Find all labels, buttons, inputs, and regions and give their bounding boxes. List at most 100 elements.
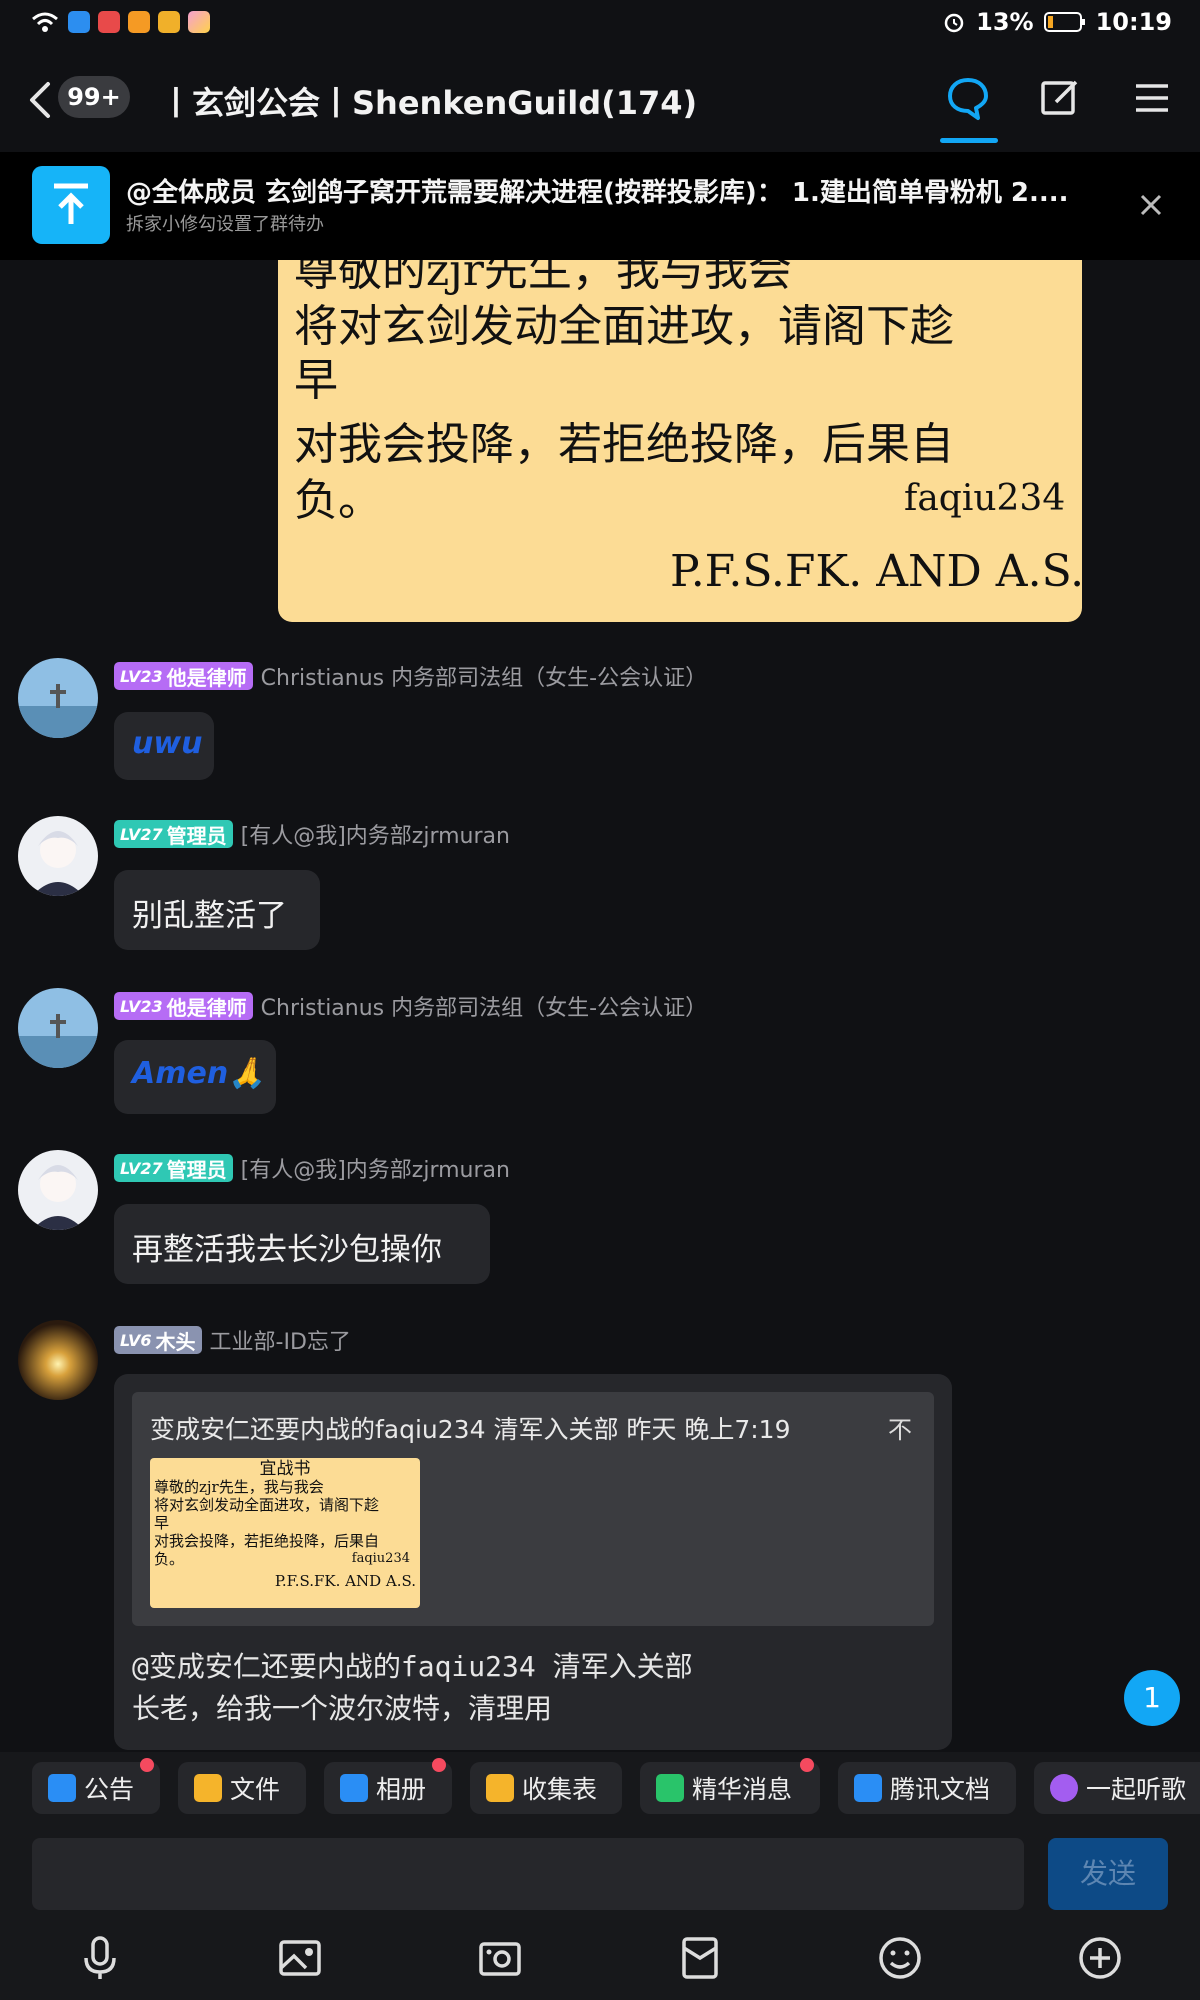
album-icon — [340, 1774, 368, 1802]
image-text-line: 对我会投降，若拒绝投降，后果自 — [294, 419, 954, 470]
camera-icon[interactable] — [476, 1934, 524, 1982]
avatar[interactable] — [18, 1320, 98, 1400]
image-signature: P.F.S.FK. AND A.S. — [670, 546, 1082, 597]
image-text-line: 将对玄剑发动全面进攻，请阁下趁 — [294, 301, 954, 352]
group-toolbar: 公告 文件 相册 收集表 精华消息 腾讯文档 一起听歌 — [0, 1752, 1200, 1824]
unread-badge[interactable]: 99+ — [58, 76, 130, 118]
toolbar-music-button[interactable]: 一起听歌 — [1034, 1762, 1200, 1814]
announcement-title: @全体成员 玄剑鸽子窝开荒需要解决进程(按群投影库)： 1.建出简单骨粉机 2.… — [126, 178, 1069, 208]
clock: 10:19 — [1095, 8, 1172, 36]
level-badge: LV27 管理员 — [114, 1154, 233, 1182]
pinned-announcement[interactable]: @全体成员 玄剑鸽子窝开荒需要解决进程(按群投影库)： 1.建出简单骨粉机 2.… — [0, 152, 1200, 260]
emoji-icon[interactable] — [876, 1934, 924, 1982]
message-text: @变成安仁还要内战的faqiu234 清军入关部 长老，给我一个波尔波特，清理用 — [132, 1650, 693, 1725]
toolbar-album-button[interactable]: 相册 — [324, 1758, 452, 1814]
message-meta: LV23 他是律师 Christianus 内务部司法组（女生-公会认证） — [114, 660, 707, 692]
unread-count-bubble[interactable]: 1 — [1124, 1670, 1180, 1726]
app-notification-icon — [98, 11, 120, 33]
quoted-image-text: faqiu234 — [351, 1551, 410, 1566]
essence-icon — [656, 1774, 684, 1802]
message-meta: LV27 管理员 [有人@我]内务部zjrmuran — [114, 818, 510, 850]
notification-dot — [140, 1758, 154, 1772]
level-badge: LV23 他是律师 — [114, 662, 253, 690]
send-button[interactable]: 发送 — [1048, 1838, 1168, 1910]
music-icon — [1050, 1774, 1078, 1802]
quote-message-bubble[interactable]: 变成安仁还要内战的faqiu234 清军入关部 昨天 晚上7:19 不 宜战书 … — [114, 1374, 952, 1750]
microphone-icon[interactable] — [76, 1934, 124, 1982]
status-right: 13% 10:19 — [942, 8, 1172, 36]
quoted-image-text: 尊敬的zjr先生，我与我会 — [154, 1478, 324, 1496]
menu-icon[interactable] — [1128, 74, 1176, 122]
chat-header: 99+ 丨玄剑公会丨ShenkenGuild(174) — [0, 48, 1200, 152]
quoted-header: 变成安仁还要内战的faqiu234 清军入关部 昨天 晚上7:19 — [150, 1415, 791, 1444]
sender-name[interactable]: Christianus 内务部司法组（女生-公会认证） — [261, 660, 707, 692]
battery-percent: 13% — [976, 8, 1034, 36]
edit-icon[interactable] — [1036, 74, 1084, 122]
notification-dot — [432, 1758, 446, 1772]
message-text: Amen🙏 — [132, 1056, 266, 1091]
message-meta: LV23 他是律师 Christianus 内务部司法组（女生-公会认证） — [114, 990, 707, 1022]
toolbar-essence-button[interactable]: 精华消息 — [640, 1758, 820, 1814]
message-bubble[interactable]: 别乱整活了 — [114, 870, 320, 950]
plus-icon[interactable] — [1076, 1934, 1124, 1982]
close-icon[interactable] — [1136, 190, 1166, 220]
quoted-message[interactable]: 变成安仁还要内战的faqiu234 清军入关部 昨天 晚上7:19 不 宜战书 … — [132, 1392, 934, 1626]
avatar[interactable] — [18, 988, 98, 1068]
level-badge: LV6 木头 — [114, 1326, 202, 1354]
announcement-subtitle: 拆家小修勾设置了群待办 — [126, 214, 324, 235]
back-arrow-icon[interactable] — [22, 78, 62, 122]
quoted-image-text: 早 — [154, 1514, 170, 1532]
status-bar: 13% 10:19 — [0, 0, 1200, 48]
alarm-icon — [944, 13, 964, 33]
form-icon — [486, 1774, 514, 1802]
avatar[interactable] — [18, 1150, 98, 1230]
message-bubble[interactable]: 再整活我去长沙包操你 — [114, 1204, 490, 1284]
sender-name[interactable]: [有人@我]内务部zjrmuran — [241, 1152, 510, 1184]
active-tab-indicator — [940, 138, 998, 143]
image-icon[interactable] — [276, 1934, 324, 1982]
quoted-image-text: 负。 — [154, 1550, 185, 1568]
quoted-image-text: 将对玄剑发动全面进攻，请阁下趁 — [154, 1496, 380, 1514]
image-text-line: 负。 — [294, 475, 382, 526]
announcement-icon — [48, 1774, 76, 1802]
notification-dot — [800, 1758, 814, 1772]
wifi-icon — [32, 12, 58, 32]
app-notification-icon — [188, 11, 210, 33]
message-text: 再整活我去长沙包操你 — [132, 1232, 442, 1268]
input-area: 发送 — [0, 1824, 1200, 2000]
folder-icon — [194, 1774, 222, 1802]
battery-icon — [1043, 12, 1085, 32]
toolbar-announcement-button[interactable]: 公告 — [32, 1758, 160, 1814]
quoted-image-text: 对我会投降，若拒绝投降，后果自 — [154, 1532, 380, 1550]
pin-upload-icon — [32, 166, 110, 244]
image-signature: faqiu234 — [904, 478, 1066, 519]
app-notification-icon — [158, 11, 180, 33]
image-message[interactable]: 尊敬的zjr先生，我与我会 将对玄剑发动全面进攻，请阁下趁 早 对我会投降，若拒… — [278, 260, 1082, 622]
toolbar-files-button[interactable]: 文件 — [178, 1762, 306, 1814]
message-input[interactable] — [32, 1838, 1024, 1910]
page-title: 丨玄剑公会丨ShenkenGuild(174) — [160, 84, 698, 122]
avatar[interactable] — [18, 658, 98, 738]
message-text: 别乱整活了 — [132, 898, 287, 934]
app-notification-icon — [68, 11, 90, 33]
avatar[interactable] — [18, 816, 98, 896]
chat-bubble-icon[interactable] — [944, 74, 992, 122]
docs-icon — [854, 1774, 882, 1802]
level-badge: LV27 管理员 — [114, 820, 233, 848]
message-bubble[interactable]: Amen🙏 — [114, 1040, 276, 1114]
quoted-image[interactable]: 宜战书 尊敬的zjr先生，我与我会 将对玄剑发动全面进攻，请阁下趁 早 对我会投… — [150, 1458, 420, 1608]
message-text: uwu — [132, 726, 203, 761]
toolbar-form-button[interactable]: 收集表 — [470, 1762, 622, 1814]
app-notification-icon — [128, 11, 150, 33]
message-meta: LV6 木头 工业部-ID忘了 — [114, 1324, 351, 1356]
toolbar-docs-button[interactable]: 腾讯文档 — [838, 1762, 1016, 1814]
message-bubble[interactable]: uwu — [114, 712, 214, 780]
sender-name[interactable]: [有人@我]内务部zjrmuran — [241, 818, 510, 850]
sender-name[interactable]: Christianus 内务部司法组（女生-公会认证） — [261, 990, 707, 1022]
pin-quote-icon[interactable]: 不 — [888, 1410, 912, 1445]
status-left-icons — [30, 10, 210, 34]
red-packet-icon[interactable] — [676, 1934, 724, 1982]
sender-name[interactable]: 工业部-ID忘了 — [210, 1324, 351, 1356]
level-badge: LV23 他是律师 — [114, 992, 253, 1020]
image-text-line: 早 — [294, 355, 338, 406]
